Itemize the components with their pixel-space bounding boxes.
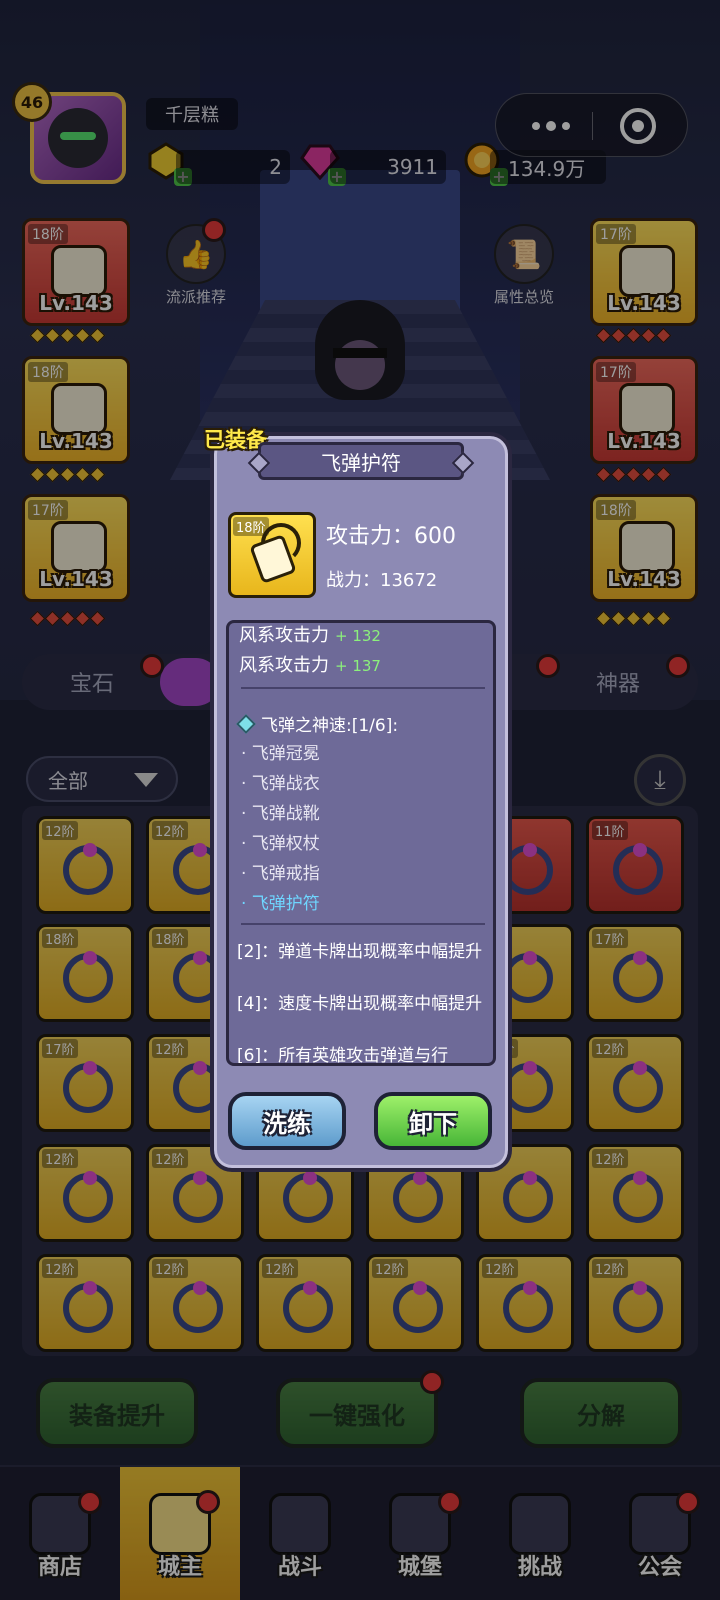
set-item: · 飞弹战靴 <box>241 804 320 824</box>
item-icon: 18阶 <box>228 512 316 598</box>
unequip-button[interactable]: 卸下 <box>374 1092 492 1150</box>
bonus-stat-row: 风系攻击力 + 132 <box>239 625 381 646</box>
stats-scroll-area[interactable]: 风系攻击力 + 132 风系攻击力 + 137 飞弹之神速:[1/6]: · 飞弹冠… <box>226 620 496 1066</box>
item-title: 飞弹护符 <box>258 442 464 480</box>
set-item: · 飞弹冠冕 <box>241 744 320 764</box>
set-item: · 飞弹战衣 <box>241 774 320 794</box>
set-title: 飞弹之神速:[1/6]: <box>236 711 398 736</box>
power-stat: 战力：13672 <box>326 570 438 591</box>
set-item: · 飞弹戒指 <box>241 864 320 884</box>
set-bonus: [6]：所有英雄攻击弹道与行 <box>237 1046 449 1066</box>
refine-button[interactable]: 洗练 <box>228 1092 346 1150</box>
set-bonus: [4]：速度卡牌出现概率中幅提升 <box>237 994 483 1014</box>
set-bonus: [2]：弹道卡牌出现概率中幅提升 <box>237 942 483 962</box>
attack-stat: 攻击力：600 <box>326 524 456 549</box>
diamond-icon <box>236 713 256 734</box>
set-item-current: · 飞弹护符 <box>241 894 320 914</box>
set-item: · 飞弹权杖 <box>241 834 320 854</box>
bonus-stat-row: 风系攻击力 + 137 <box>239 655 381 676</box>
